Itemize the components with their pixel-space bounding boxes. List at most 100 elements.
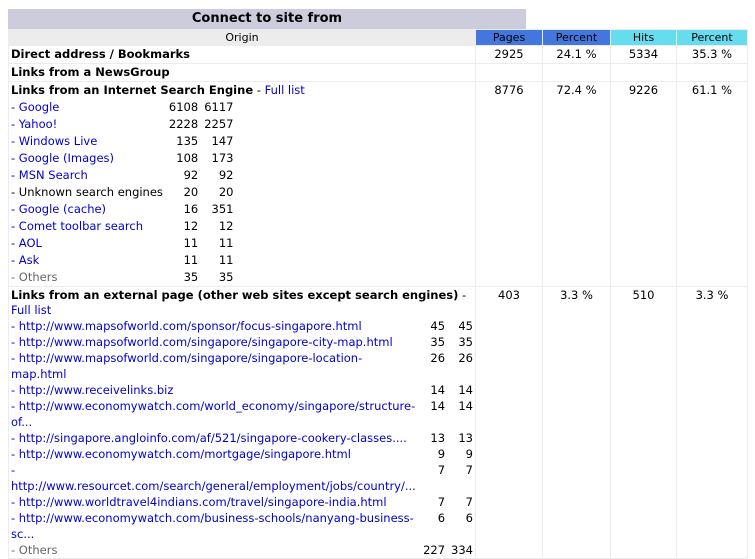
newsgroup-pct-hits [676,63,748,82]
list-item-count-b: 7 [465,463,473,477]
list-item-name[interactable]: - http://www.economywatch.com/business-s… [11,510,417,542]
list-item: - http://singapore.angloinfo.com/af/521/… [11,430,473,446]
list-item-name[interactable]: - http://www.receivelinks.biz [11,382,417,398]
list-item-count-a: 45 [430,319,446,333]
list-item-count-b: 351 [211,202,234,216]
list-item-count-a: 135 [176,134,199,148]
list-item: - http://www.economywatch.com/mortgage/s… [11,446,473,462]
referrers-table: Origin Pages Percent Hits Percent Direct… [8,29,748,559]
list-item-name[interactable]: - http://www.economywatch.com/world_econ… [11,398,417,430]
search-engine-row: Links from an Internet Search Engine - F… [8,81,748,287]
list-item-count-a: 11 [183,253,199,267]
list-item-name[interactable]: - http://www.economywatch.com/mortgage/s… [11,446,417,462]
search-pct-hits: 61.1 % [676,81,748,287]
list-item-count-b: 12 [218,219,234,233]
list-item: - Google 6108 6117 [11,99,233,116]
list-item: - http://www.mapsofworld.com/singapore/s… [11,334,473,350]
list-item-count-b: 6117 [204,100,234,114]
list-item: - AOL 11 11 [11,235,233,252]
list-item-name[interactable]: - Ask [11,252,163,269]
list-item-name: - Others [11,270,58,284]
percent-hits-header: Percent [676,29,748,46]
list-item-name[interactable]: - Google [11,99,163,116]
newsgroup-hits [610,63,677,82]
section-title: Connect to site from [8,9,526,29]
list-item-count-a: 20 [183,185,199,199]
list-item-name[interactable]: - http://www.mapsofworld.com/singapore/s… [11,350,417,382]
list-item: - http://www.resourcet.com/search/genera… [11,462,473,494]
list-item-name[interactable]: - MSN Search [11,167,163,184]
direct-pct-hits: 35.3 % [676,45,748,64]
list-item-count-a: 108 [176,151,199,165]
list-item-count-b: 14 [458,399,473,413]
external-page-list: - http://www.mapsofworld.com/sponsor/foc… [11,318,473,558]
list-item-count-b: 20 [218,185,234,199]
list-item: - http://www.receivelinks.biz 14 14 [11,382,473,398]
external-pages: 403 [475,286,543,559]
list-item: - Unknown search engines 20 20 [11,184,233,201]
pages-header: Pages [475,29,543,46]
list-item: - Ask 11 11 [11,252,233,269]
list-item-count-a: 12 [183,219,199,233]
list-item-name[interactable]: - Comet toolbar search [11,218,163,235]
list-item-count-a: 35 [183,270,199,284]
list-item-name: - Others [11,543,58,557]
list-item-count-b: 2257 [204,117,234,131]
percent-pages-header: Percent [542,29,611,46]
list-item-count-b: 147 [211,134,234,148]
direct-hits: 5334 [610,45,677,64]
list-item-count-b: 45 [458,319,473,333]
list-item-count-a: 9 [437,447,446,461]
list-item-name[interactable]: - http://www.resourcet.com/search/genera… [11,462,417,494]
list-item-name: - Unknown search engines [11,185,163,199]
list-item-count-a: 7 [437,463,446,477]
list-item-name[interactable]: - Windows Live [11,133,163,150]
list-item-count-a: 35 [430,335,446,349]
list-item-count-a: 6108 [168,100,199,114]
list-item-count-a: 6 [437,511,446,525]
list-item-name[interactable]: - Yahoo! [11,116,163,133]
search-engine-label: Links from an Internet Search Engine [11,83,254,97]
list-item: - Others 227 334 [11,542,473,558]
list-item-count-b: 11 [218,236,234,250]
list-item-count-b: 92 [218,168,234,182]
list-item-count-a: 7 [437,495,446,509]
list-item-name[interactable]: - AOL [11,235,163,252]
external-label: Links from an external page (other web s… [11,288,459,302]
list-item-count-b: 173 [211,151,234,165]
list-item-name[interactable]: - Google (cache) [11,201,163,218]
newsgroup-pct-pages [542,63,611,82]
direct-pct-pages: 24.1 % [542,45,611,64]
list-item-count-b: 14 [458,383,473,397]
list-item-name[interactable]: - http://www.worldtravel4indians.com/tra… [11,494,417,510]
list-item-name[interactable]: - http://singapore.angloinfo.com/af/521/… [11,430,417,446]
list-item: - http://www.economywatch.com/world_econ… [11,398,473,430]
external-row: Links from an external page (other web s… [8,286,748,559]
list-item-count-b: 26 [458,351,473,365]
list-item-count-b: 13 [458,431,473,445]
list-item: - http://www.economywatch.com/business-s… [11,510,473,542]
list-item: - Google (cache) 16 351 [11,201,233,218]
list-item: - Yahoo! 2228 2257 [11,116,233,133]
search-engine-cell: Links from an Internet Search Engine - F… [8,81,476,287]
list-item-count-a: 11 [183,236,199,250]
external-pct-pages: 3.3 % [542,286,611,559]
list-item-count-b: 35 [218,270,234,284]
direct-label: Direct address / Bookmarks [8,45,476,64]
search-full-list-link[interactable]: Full list [265,83,305,97]
external-full-list-link[interactable]: Full list [11,303,51,317]
list-item-count-b: 11 [218,253,234,267]
search-pct-pages: 72.4 % [542,81,611,287]
list-item-count-a: 92 [183,168,199,182]
header-row: Origin Pages Percent Hits Percent [8,29,748,46]
hits-header: Hits [610,29,677,46]
list-item-count-b: 9 [465,447,473,461]
search-engine-list: - Google 6108 6117 - Yahoo! 2228 2257 - Window… [11,99,233,286]
search-sep: - [253,83,265,97]
list-item-count-b: 6 [465,511,473,525]
list-item-count-a: 13 [430,431,446,445]
list-item-name[interactable]: - http://www.mapsofworld.com/sponsor/foc… [11,318,417,334]
list-item-name[interactable]: - http://www.mapsofworld.com/singapore/s… [11,334,417,350]
list-item-name[interactable]: - Google (Images) [11,150,163,167]
search-pages: 8776 [475,81,543,287]
